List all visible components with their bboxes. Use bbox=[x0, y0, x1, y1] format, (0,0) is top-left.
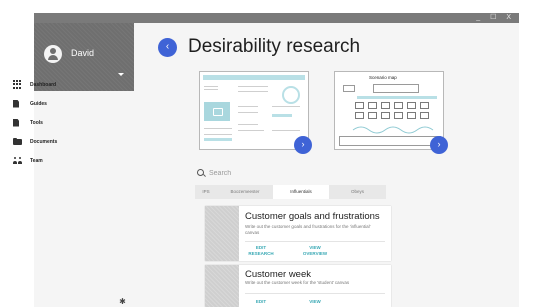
people-icon bbox=[13, 157, 22, 164]
list-item[interactable]: Customer goals and frustrations Write ou… bbox=[205, 206, 391, 261]
sidebar-item-tools[interactable]: Tools bbox=[13, 113, 103, 132]
card-title: Customer goals and frustrations bbox=[245, 211, 380, 222]
folder-icon bbox=[13, 138, 22, 145]
view-overview-button[interactable]: VIEW OVERVIEW bbox=[297, 245, 333, 256]
card-title: Customer week bbox=[245, 269, 311, 280]
sidebar-item-team[interactable]: Team bbox=[13, 151, 103, 170]
divider bbox=[245, 241, 385, 242]
chevron-right-icon: › bbox=[437, 139, 441, 149]
list-item[interactable]: Customer week Write out the customer wee… bbox=[205, 265, 391, 307]
chevron-right-icon: › bbox=[301, 139, 305, 149]
window-titlebar: _ ☐ X bbox=[34, 13, 519, 23]
caret-down-icon[interactable] bbox=[118, 73, 124, 76]
search-input[interactable] bbox=[209, 166, 399, 180]
divider bbox=[245, 293, 385, 294]
sidebar-item-label: Documents bbox=[30, 138, 58, 145]
sidebar-item-label: Tools bbox=[30, 119, 43, 126]
card-description: Write out the customer week for the 'stu… bbox=[245, 280, 350, 285]
canvas-thumbnail-customer[interactable] bbox=[199, 71, 309, 150]
edit-button[interactable]: EDIT bbox=[245, 299, 277, 305]
edit-research-button[interactable]: EDIT RESEARCH bbox=[245, 245, 277, 256]
sidebar-item-documents[interactable]: Documents bbox=[13, 132, 103, 151]
sidebar-item-label: Team bbox=[30, 157, 43, 164]
sidebar-item-label: Guides bbox=[30, 100, 47, 107]
canvas-thumbnail-scenario-map[interactable]: Scenario map bbox=[334, 71, 444, 150]
sidebar-nav: Dashboard Guides Tools Documents Team bbox=[13, 75, 103, 170]
search-bar bbox=[195, 166, 415, 180]
document-icon bbox=[13, 118, 19, 127]
canvas-title: Scenario map bbox=[369, 75, 397, 80]
tab-bar: IPS Boozemeester Influentials Obeys bbox=[195, 185, 386, 199]
back-button[interactable]: ‹ bbox=[158, 38, 177, 57]
tab-ips[interactable]: IPS bbox=[195, 185, 217, 199]
view-button[interactable]: VIEW bbox=[297, 299, 333, 305]
user-name: David bbox=[71, 48, 95, 58]
tab-boozemeester[interactable]: Boozemeester bbox=[217, 185, 273, 199]
sidebar-item-dashboard[interactable]: Dashboard bbox=[13, 75, 103, 94]
search-icon bbox=[197, 169, 204, 176]
window-controls[interactable]: _ ☐ X bbox=[476, 13, 515, 23]
card-image bbox=[205, 265, 239, 307]
document-icon bbox=[13, 99, 19, 108]
sidebar-item-guides[interactable]: Guides bbox=[13, 94, 103, 113]
next-button[interactable]: › bbox=[430, 136, 448, 154]
gear-icon[interactable]: ✱ bbox=[119, 298, 126, 306]
sidebar-item-label: Dashboard bbox=[30, 81, 57, 88]
tab-influentials[interactable]: Influentials bbox=[273, 185, 329, 199]
grid-icon bbox=[13, 80, 22, 89]
page-title: Desirability research bbox=[188, 36, 361, 57]
emotion-curve bbox=[352, 126, 434, 134]
card-image bbox=[205, 206, 239, 261]
image-icon bbox=[204, 102, 230, 121]
tab-obeys[interactable]: Obeys bbox=[329, 185, 386, 199]
next-button[interactable]: › bbox=[294, 136, 312, 154]
card-description: Write out the customer goals and frustra… bbox=[245, 224, 371, 235]
chevron-left-icon: ‹ bbox=[165, 41, 170, 52]
avatar bbox=[44, 45, 62, 63]
